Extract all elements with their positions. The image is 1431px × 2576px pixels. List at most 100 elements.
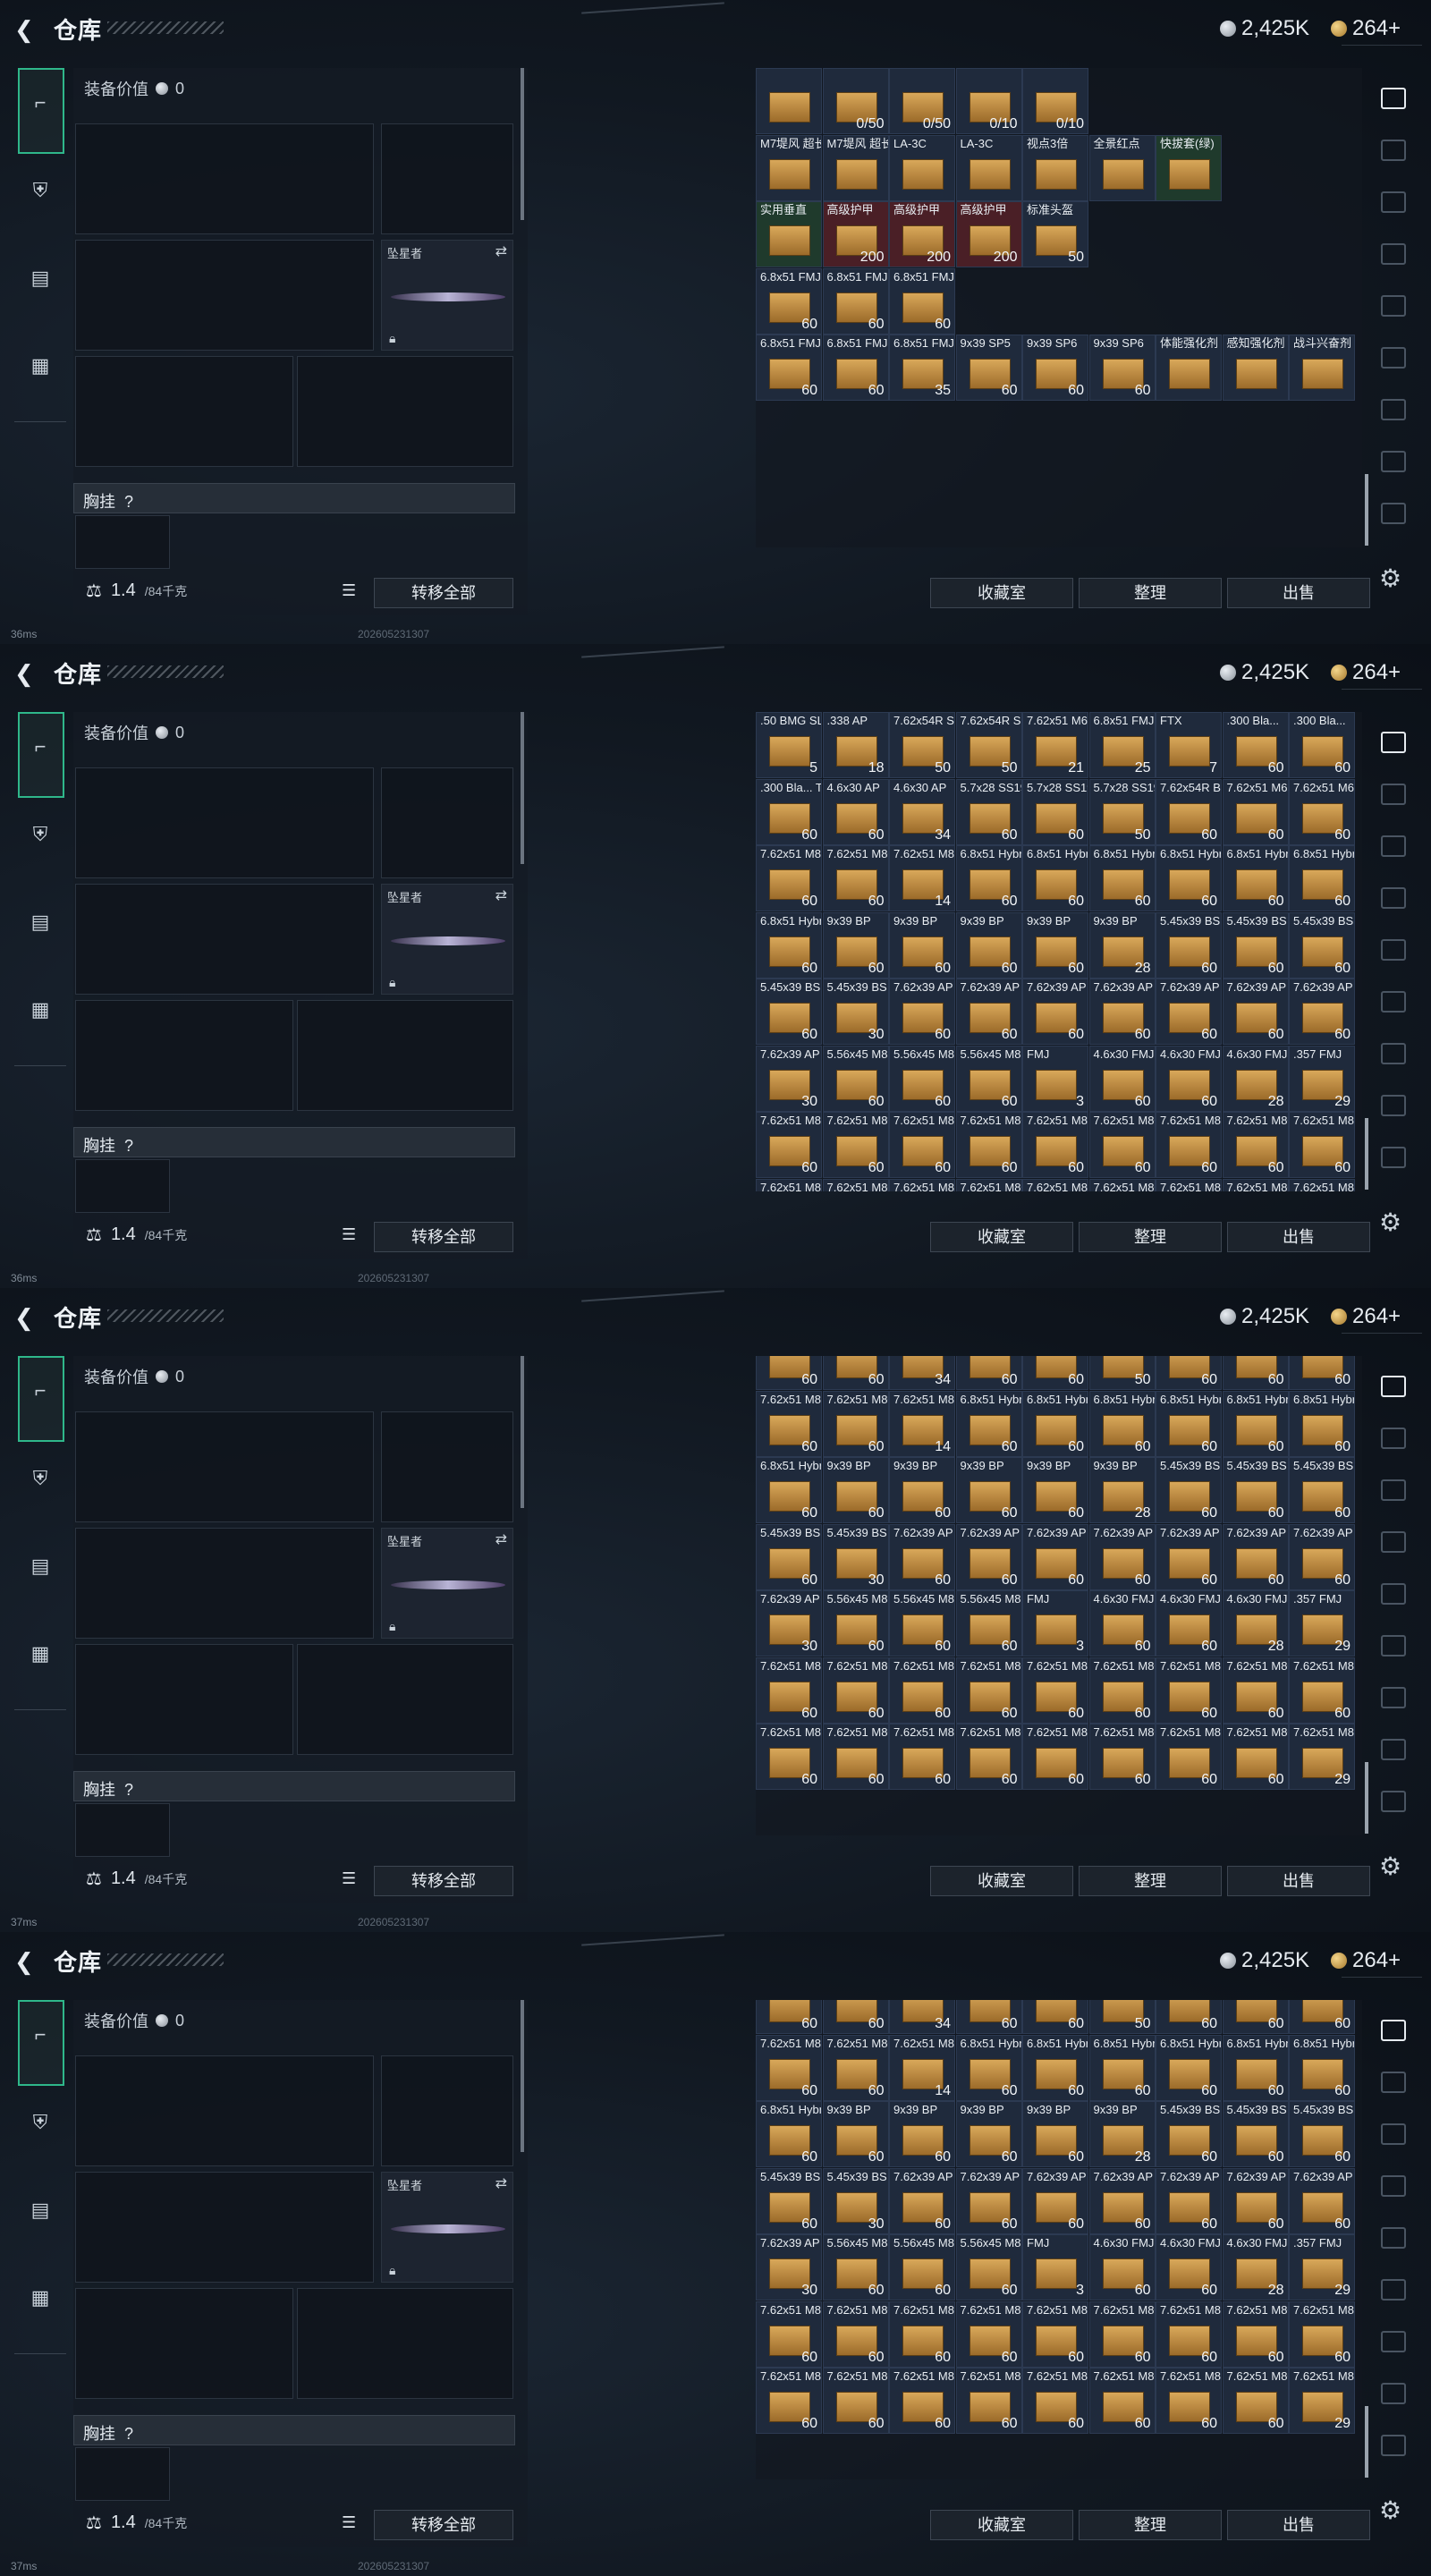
storage-item[interactable]: 6.8x51 Hybrid 60 (955, 2034, 1022, 2101)
vault-button[interactable]: 收藏室 (930, 1222, 1073, 1252)
storage-item[interactable]: 7.62x51 M80 60 (1022, 2301, 1088, 2368)
storage-item[interactable]: 7.62x51 M80 60 (1022, 2368, 1088, 2434)
briefcase-icon[interactable]: ▦ (29, 998, 52, 1021)
storage-scrollbar[interactable] (1365, 1118, 1368, 1190)
settings-gear-icon[interactable]: ⚙ (1379, 1208, 1401, 1237)
storage-tab-icon[interactable] (1381, 1635, 1406, 1657)
storage-item[interactable]: 5.45x39 BS 60 (756, 1523, 822, 1590)
storage-item[interactable]: 60 (1156, 1356, 1222, 1390)
vault-button[interactable]: 收藏室 (930, 2510, 1073, 2540)
backpack-icon[interactable]: ▤ (29, 2199, 52, 2222)
chest-rig-item[interactable] (75, 1159, 170, 1213)
storage-item[interactable]: 5.7x28 SS190 50 (1088, 778, 1156, 845)
storage-item[interactable]: 6.8x51 Hybrid 60 (1222, 845, 1289, 911)
storage-item[interactable]: 6.8x51 Hybrid 60 (1222, 2034, 1289, 2101)
storage-item[interactable]: 7.62x51 M80 60 (889, 2368, 955, 2434)
storage-item[interactable]: 6.8x51 Hybrid 60 (955, 1390, 1022, 1457)
storage-tab-icon[interactable] (1381, 1791, 1406, 1812)
storage-item[interactable]: 6.8x51 FMJ 35 (889, 335, 955, 401)
storage-item[interactable]: 5.56x45 M855 60 (955, 1590, 1022, 1657)
storage-item[interactable]: 7.62x51 M80 (1088, 1178, 1156, 1191)
storage-item[interactable]: 9x39 BP 60 (955, 911, 1022, 979)
storage-tab-icon[interactable] (1381, 191, 1406, 213)
storage-item[interactable]: 7.62x39 AP 60 (955, 2167, 1022, 2234)
storage-item[interactable]: FMJ 3 (1022, 1590, 1088, 1657)
storage-tab-icon[interactable] (1381, 939, 1406, 961)
storage-item[interactable]: 7.62x51 M80 60 (1088, 1657, 1156, 1724)
chest-rig-slot[interactable]: 胸挂? (73, 483, 515, 513)
storage-item[interactable]: 6.8x51 FMJ 25 (1088, 712, 1156, 778)
storage-item[interactable]: 7.62x51 M80 (955, 1178, 1022, 1191)
sort-button[interactable]: 整理 (1079, 1866, 1222, 1896)
storage-item[interactable]: M7堤风 超长枪管 (756, 134, 822, 201)
chest-rig-slot[interactable]: 胸挂? (73, 1127, 515, 1157)
storage-item[interactable]: 6.8x51 Hybrid 60 (1222, 1390, 1289, 1457)
storage-item[interactable]: 7.62x51 M80 60 (756, 1657, 822, 1724)
primary-weapon-slot[interactable] (75, 1411, 374, 1522)
storage-item[interactable]: 全景红点 (1088, 134, 1156, 201)
secondary-weapon-slot[interactable] (75, 1528, 374, 1639)
storage-item[interactable]: 7.62x51 M80 60 (955, 1112, 1022, 1178)
storage-item[interactable]: 7.62x51 M80 60 (822, 1724, 889, 1790)
storage-item[interactable]: 9x39 SP6 60 (1088, 335, 1156, 401)
storage-item[interactable]: 7.62x51 M80 60 (1222, 1724, 1289, 1790)
storage-item[interactable]: 5.45x39 BS 30 (822, 2167, 889, 2234)
storage-item[interactable]: 7.62x39 AP 60 (1156, 1523, 1222, 1590)
storage-item[interactable]: 7.62x51 M80 60 (1156, 1112, 1222, 1178)
storage-item[interactable]: 7.62x51 M80 60 (1088, 1724, 1156, 1790)
storage-item[interactable]: 7.62x51 M80 60 (1022, 1112, 1088, 1178)
storage-item[interactable]: 60 (822, 1356, 889, 1390)
storage-item[interactable]: 7.62x39 AP 60 (1088, 2167, 1156, 2234)
storage-item[interactable]: 6.8x51 FMJ 60 (889, 267, 955, 335)
storage-item[interactable]: 9x39 BP 60 (889, 1457, 955, 1523)
storage-item[interactable]: 7.62x39 AP 30 (756, 2234, 822, 2301)
storage-item[interactable]: 4.6x30 FMJ 60 (1156, 2234, 1222, 2301)
primary-weapon-slot[interactable] (75, 2055, 374, 2166)
storage-item[interactable]: 7.62x51 M80 60 (822, 1657, 889, 1724)
storage-item[interactable]: 7.62x51 M80 (1289, 1178, 1355, 1191)
storage-item[interactable]: 50 (1088, 2000, 1156, 2034)
storage-item[interactable]: 7.62x51 M61 60 (1289, 778, 1355, 845)
storage-tab-icon[interactable] (1381, 2383, 1406, 2404)
storage-item[interactable]: 高级护甲 200 (822, 201, 889, 267)
briefcase-icon[interactable]: ▦ (29, 1642, 52, 1665)
storage-tab-icon[interactable] (1381, 243, 1406, 265)
swap-icon[interactable]: ⇄ (495, 886, 507, 904)
storage-item[interactable]: 7.62x39 AP 60 (955, 1523, 1022, 1590)
storage-item[interactable]: 60 (955, 2000, 1022, 2034)
storage-item[interactable]: 5.56x45 M855 60 (822, 2234, 889, 2301)
storage-item[interactable]: 5.45x39 BS 60 (756, 979, 822, 1045)
storage-item[interactable]: 战斗兴奋剂 (1289, 335, 1355, 401)
storage-item[interactable]: 7.62x39 AP 30 (756, 1590, 822, 1657)
storage-item[interactable]: 7.62x54R BT 60 (1156, 778, 1222, 845)
storage-tab-icon[interactable] (1381, 347, 1406, 369)
storage-item[interactable]: 7.62x51 M80 60 (822, 2368, 889, 2434)
storage-item[interactable]: 高级护甲 200 (955, 201, 1022, 267)
storage-item[interactable]: 5.45x39 BS 60 (1222, 1457, 1289, 1523)
storage-item[interactable]: 4.6x30 AP 34 (889, 778, 955, 845)
storage-item[interactable]: 5.45x39 BS 60 (756, 2167, 822, 2234)
melee-slot[interactable]: 坠星者 ⇄ 🔒︎ (381, 240, 513, 351)
storage-item[interactable]: 5.56x45 M855 60 (889, 1045, 955, 1112)
pistol-slot[interactable] (381, 1411, 513, 1522)
storage-tab-icon[interactable] (1381, 140, 1406, 161)
storage-item[interactable]: 60 (955, 1356, 1022, 1390)
body-armor-slot[interactable] (297, 2288, 513, 2399)
storage-tab-icon[interactable] (1381, 451, 1406, 472)
storage-item[interactable]: 9x39 BP 60 (955, 1457, 1022, 1523)
storage-tab-icon[interactable] (1381, 1043, 1406, 1064)
storage-item[interactable]: 5.7x28 SS190 60 (955, 778, 1022, 845)
transfer-all-button[interactable]: 转移全部 (374, 2510, 513, 2540)
storage-item[interactable]: 7.62x51 M62 21 (1022, 712, 1088, 778)
storage-item[interactable]: 60 (756, 2000, 822, 2034)
storage-tab-icon[interactable] (1381, 295, 1406, 317)
storage-item[interactable]: 7.62x51 M80 60 (1289, 2301, 1355, 2368)
storage-item[interactable]: .338 AP 18 (822, 712, 889, 778)
storage-item[interactable]: 体能强化剂 (1156, 335, 1222, 401)
storage-item[interactable]: 4.6x30 FMJ 60 (1156, 1045, 1222, 1112)
pistol-slot[interactable] (381, 123, 513, 234)
storage-tab-icon[interactable] (1381, 2175, 1406, 2197)
storage-item[interactable]: 7.62x51 M80 60 (1088, 2368, 1156, 2434)
transfer-all-button[interactable]: 转移全部 (374, 1222, 513, 1252)
helmet-slot[interactable] (75, 1644, 293, 1755)
